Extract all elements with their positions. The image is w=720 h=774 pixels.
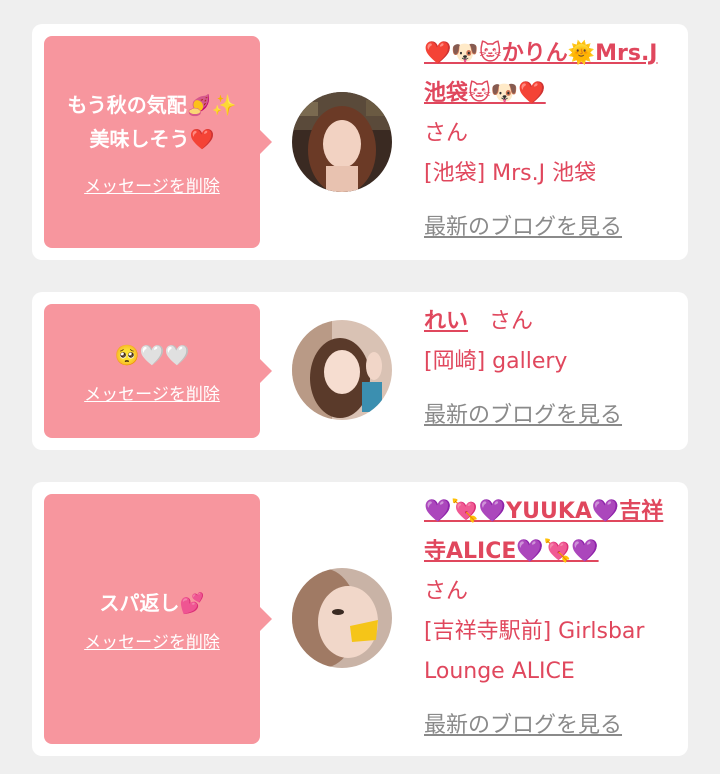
avatar[interactable] xyxy=(292,92,392,192)
delete-message-button[interactable]: メッセージを削除 xyxy=(84,172,220,197)
profile-info: 💜💘💜YUUKA💜吉祥寺ALICE💜💘💜 さん [吉祥寺駅前] Girlsbar… xyxy=(424,492,674,746)
latest-blog-link[interactable]: 最新のブログを見る xyxy=(424,208,622,248)
profile-info: れい さん [岡崎] gallery 最新のブログを見る xyxy=(424,302,674,436)
honorific: さん xyxy=(489,309,534,334)
message-card: 🥺🤍🤍 メッセージを削除 れい さん [岡崎] gallery 最新のブログを見… xyxy=(32,292,688,450)
message-text: もう秋の気配🍠✨ 美味しそう❤️ xyxy=(57,88,246,156)
message-text: スパ返し💕 xyxy=(90,586,215,620)
message-line: 美味しそう❤️ xyxy=(89,126,215,151)
message-bubble: スパ返し💕 メッセージを削除 xyxy=(44,494,272,744)
shop-name: [吉祥寺駅前] Girlsbar Lounge ALICE xyxy=(424,619,645,684)
message-text: 🥺🤍🤍 xyxy=(105,338,200,372)
profile-name-link[interactable]: 💜💘💜YUUKA💜吉祥寺ALICE💜💘💜 xyxy=(424,499,663,564)
message-bubble: もう秋の気配🍠✨ 美味しそう❤️ メッセージを削除 xyxy=(44,36,272,248)
delete-message-button[interactable]: メッセージを削除 xyxy=(84,628,220,653)
avatar[interactable] xyxy=(292,320,392,420)
message-line: もう秋の気配🍠✨ xyxy=(67,92,237,117)
avatar-photo-icon xyxy=(292,320,392,420)
delete-message-button[interactable]: メッセージを削除 xyxy=(84,380,220,405)
avatar-photo-icon xyxy=(292,92,392,192)
message-bubble: 🥺🤍🤍 メッセージを削除 xyxy=(44,304,272,438)
avatar-photo-icon xyxy=(292,568,392,668)
latest-blog-link[interactable]: 最新のブログを見る xyxy=(424,706,622,746)
message-line: スパ返し💕 xyxy=(99,590,205,615)
message-card: もう秋の気配🍠✨ 美味しそう❤️ メッセージを削除 ❤️🐶🐱かりん🌞Mrs.J池袋… xyxy=(32,24,688,260)
avatar[interactable] xyxy=(292,568,392,668)
shop-name: [岡崎] gallery xyxy=(424,349,568,374)
shop-name: [池袋] Mrs.J 池袋 xyxy=(424,161,597,186)
profile-name-link[interactable]: れい xyxy=(424,309,468,334)
latest-blog-link[interactable]: 最新のブログを見る xyxy=(424,396,622,436)
message-card: スパ返し💕 メッセージを削除 💜💘💜YUUKA💜吉祥寺ALICE💜💘💜 さん [… xyxy=(32,482,688,756)
profile-name-link[interactable]: ❤️🐶🐱かりん🌞Mrs.J池袋🐱🐶❤️ xyxy=(424,41,658,106)
message-line: 🥺🤍🤍 xyxy=(114,342,190,367)
honorific: さん xyxy=(424,579,469,604)
profile-info: ❤️🐶🐱かりん🌞Mrs.J池袋🐱🐶❤️ さん [池袋] Mrs.J 池袋 最新の… xyxy=(424,34,674,248)
honorific: さん xyxy=(424,121,469,146)
